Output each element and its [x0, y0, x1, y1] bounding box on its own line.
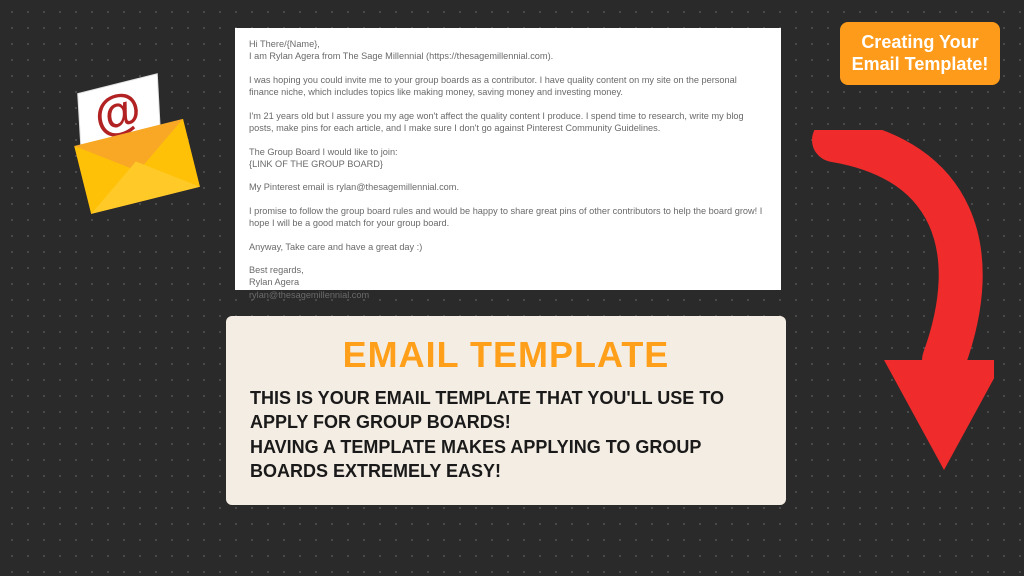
caption-title: EMAIL TEMPLATE: [250, 334, 762, 376]
slide-badge: Creating Your Email Template!: [840, 22, 1000, 85]
email-closing: Anyway, Take care and have a great day :…: [249, 241, 767, 253]
email-signoff: Best regards,: [249, 265, 304, 275]
email-envelope-icon: @: [47, 61, 217, 231]
badge-line1: Creating Your: [850, 32, 990, 54]
email-para2: I'm 21 years old but I assure you my age…: [249, 110, 767, 135]
email-promise: I promise to follow the group board rule…: [249, 205, 767, 230]
email-greeting: Hi There/{Name},: [249, 39, 320, 49]
email-join-line: The Group Board I would like to join:: [249, 147, 398, 157]
caption-line1: THIS IS YOUR EMAIL TEMPLATE THAT YOU'LL …: [250, 386, 762, 435]
badge-line2: Email Template!: [850, 54, 990, 76]
email-pinterest: My Pinterest email is rylan@thesagemille…: [249, 181, 767, 193]
curved-arrow-icon: [774, 130, 994, 490]
email-intro: I am Rylan Agera from The Sage Millennia…: [249, 51, 553, 61]
email-para1: I was hoping you could invite me to your…: [249, 74, 767, 99]
email-sender-address: rylan@thesagemillennial.com: [249, 290, 369, 300]
email-template-screenshot: Hi There/{Name}, I am Rylan Agera from T…: [235, 28, 781, 290]
caption-card: EMAIL TEMPLATE THIS IS YOUR EMAIL TEMPLA…: [226, 316, 786, 505]
email-join-placeholder: {LINK OF THE GROUP BOARD}: [249, 159, 383, 169]
caption-line2: HAVING A TEMPLATE MAKES APPLYING TO GROU…: [250, 435, 762, 484]
email-sender-name: Rylan Agera: [249, 277, 299, 287]
